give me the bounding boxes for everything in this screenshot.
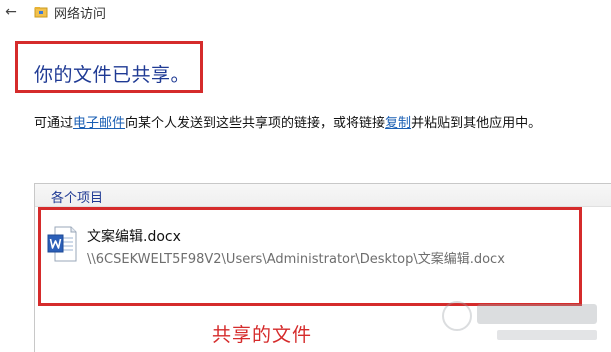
file-name: 文案编辑.docx (87, 229, 181, 245)
description-part-2: 向某个人发送到这些共享项的链接，或将链接 (125, 116, 386, 131)
items-group-title: 各个项目 (51, 191, 104, 206)
back-arrow-icon: ← (5, 4, 17, 20)
annotation-caption: 共享的文件 (212, 324, 313, 346)
title-bar: ← 网络访问 (0, 0, 611, 24)
description-part-1: 可通过 (34, 116, 74, 131)
watermark-logo (442, 301, 597, 340)
share-dialog: ← 网络访问 你的文件已共享。 可通过电子邮件向某个人发送到这些共享项的链接，或… (0, 0, 611, 352)
description-text: 可通过电子邮件向某个人发送到这些共享项的链接，或将链接复制并粘贴到其他应用中。 (34, 112, 541, 131)
back-button[interactable]: ← (0, 1, 22, 23)
window-title: 网络访问 (54, 6, 107, 22)
file-path: \\6CSEKWELT5F98V2\Users\Administrator\De… (87, 252, 505, 267)
items-group-header: 各个项目 (35, 184, 611, 207)
word-document-icon (47, 226, 77, 262)
description-part-3: 并粘贴到其他应用中。 (411, 116, 542, 131)
copy-link[interactable]: 复制 (385, 116, 411, 131)
email-link[interactable]: 电子邮件 (73, 116, 125, 131)
page-title: 你的文件已共享。 (34, 64, 191, 86)
network-folder-icon (34, 7, 48, 18)
